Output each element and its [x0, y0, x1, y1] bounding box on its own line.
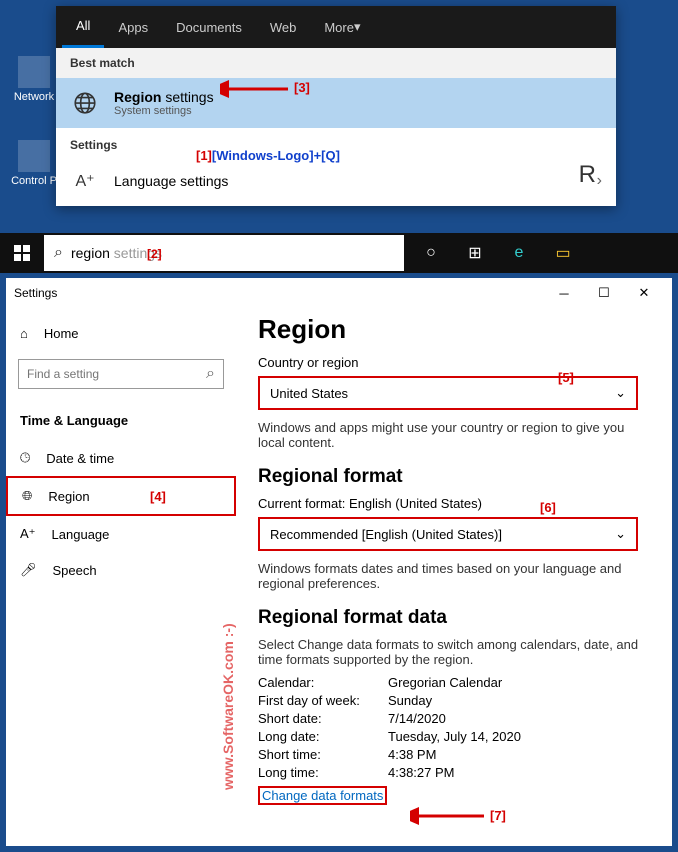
- clock-icon: 🕒︎: [20, 450, 30, 466]
- sidebar-category: Time & Language: [6, 405, 236, 440]
- result-text: Region settings System settings: [114, 89, 602, 117]
- sidebar-item-datetime[interactable]: 🕒︎ Date & time: [6, 440, 236, 476]
- watermark: www.SoftwareOK.com :-): [220, 623, 236, 790]
- close-button[interactable]: ✕: [624, 278, 664, 308]
- grid-label: Short time:: [258, 747, 388, 762]
- result-region-settings[interactable]: Region settings System settings: [56, 78, 616, 128]
- language-icon: A⁺: [70, 166, 100, 196]
- search-tab-documents[interactable]: Documents: [162, 6, 256, 48]
- annotation-6: [6]: [540, 500, 556, 515]
- edge-icon[interactable]: e: [498, 233, 540, 273]
- find-setting-box[interactable]: ⌕: [18, 359, 224, 389]
- search-input[interactable]: region settings: [71, 245, 394, 261]
- desktop-icon-label: Control P: [4, 175, 64, 187]
- desktop-icon-network[interactable]: Network: [4, 56, 64, 103]
- help-text: Windows and apps might use your country …: [258, 420, 650, 450]
- result-subtitle: System settings: [114, 105, 602, 117]
- result-title: Region settings: [114, 89, 602, 105]
- sidebar-item-label: Language: [52, 527, 110, 542]
- sidebar-item-speech[interactable]: 🎤︎ Speech: [6, 552, 236, 588]
- taskbar: ⌕ region settings ○ ⊞ e ▭: [0, 233, 678, 273]
- annotation-7: [7]: [490, 808, 506, 823]
- grid-label: First day of week:: [258, 693, 388, 708]
- section-title: Regional format: [258, 466, 650, 488]
- dropdown-value: Recommended [English (United States)]: [270, 527, 502, 542]
- chevron-right-icon: ›: [597, 172, 602, 190]
- page-title: Region: [258, 314, 650, 345]
- field-label: Current format: English (United States): [258, 496, 650, 511]
- grid-label: Long time:: [258, 765, 388, 780]
- cortana-icon[interactable]: ○: [410, 233, 452, 273]
- sidebar-home[interactable]: ⌂ Home: [6, 316, 236, 351]
- annotation-3: [3]: [294, 80, 310, 95]
- result-language-settings[interactable]: A⁺ Language settings ›: [56, 156, 616, 206]
- search-tab-apps[interactable]: Apps: [104, 6, 162, 48]
- grid-label: Long date:: [258, 729, 388, 744]
- mic-icon: 🎤︎: [20, 562, 37, 578]
- change-data-formats-link[interactable]: Change data formats: [258, 786, 387, 805]
- grid-value: 4:38 PM: [388, 747, 650, 762]
- grid-value: 4:38:27 PM: [388, 765, 650, 780]
- sidebar-item-language[interactable]: A⁺ Language: [6, 516, 236, 552]
- country-dropdown[interactable]: United States ⌄: [258, 376, 638, 410]
- grid-value: Tuesday, July 14, 2020: [388, 729, 650, 744]
- format-data-grid: Calendar:Gregorian Calendar First day of…: [258, 675, 650, 780]
- search-icon: ⌕: [54, 244, 63, 262]
- section-title: Regional format data: [258, 607, 650, 629]
- annotation-4: [4]: [150, 489, 166, 504]
- window-title: Settings: [14, 286, 544, 300]
- sidebar-item-label: Date & time: [46, 451, 114, 466]
- taskbar-search-box[interactable]: ⌕ region settings: [44, 235, 404, 271]
- language-icon: A⁺: [20, 526, 36, 542]
- help-text: Windows formats dates and times based on…: [258, 561, 650, 591]
- minimize-button[interactable]: ─: [544, 278, 584, 308]
- result-title: Language settings: [114, 173, 583, 189]
- chevron-down-icon: ⌄: [615, 385, 626, 401]
- globe-icon: 🌐︎: [22, 488, 32, 504]
- search-icon: ⌕: [206, 365, 215, 383]
- grid-label: Calendar:: [258, 675, 388, 690]
- start-button[interactable]: [0, 233, 44, 273]
- best-match-header: Best match: [56, 48, 616, 78]
- chevron-down-icon: ⌄: [615, 526, 626, 542]
- sidebar-item-label: Speech: [53, 563, 97, 578]
- settings-content: Region Country or region United States ⌄…: [236, 308, 672, 846]
- settings-sidebar: ⌂ Home ⌕ Time & Language 🕒︎ Date & time …: [6, 308, 236, 846]
- sidebar-item-region[interactable]: 🌐︎ Region: [6, 476, 236, 516]
- sidebar-item-label: Region: [48, 489, 89, 504]
- field-label: Country or region: [258, 355, 650, 370]
- desktop-icon-controlpanel[interactable]: Control P: [4, 140, 64, 187]
- grid-label: Short date:: [258, 711, 388, 726]
- search-tab-web[interactable]: Web: [256, 6, 311, 48]
- taskview-icon[interactable]: ⊞: [454, 233, 496, 273]
- search-tab-more[interactable]: More ▾: [310, 6, 374, 48]
- dropdown-value: United States: [270, 386, 348, 401]
- search-tabs: All Apps Documents Web More ▾: [56, 6, 616, 48]
- annotation-5: [5]: [558, 370, 574, 385]
- annotation-1: [1][Windows-Logo]+[Q]: [196, 148, 340, 163]
- settings-window: Settings ─ ☐ ✕ ⌂ Home ⌕ Time & Language …: [6, 278, 672, 846]
- controlpanel-icon: [18, 140, 50, 172]
- maximize-button[interactable]: ☐: [584, 278, 624, 308]
- annotation-2: [2]: [147, 247, 162, 261]
- titlebar[interactable]: Settings ─ ☐ ✕: [6, 278, 672, 308]
- find-setting-input[interactable]: [27, 367, 206, 381]
- preview-letter: R: [579, 161, 596, 189]
- help-text: Select Change data formats to switch amo…: [258, 637, 650, 667]
- sidebar-item-label: Home: [44, 326, 79, 341]
- arrow-icon: [410, 806, 486, 826]
- windows-logo-icon: [14, 245, 30, 261]
- search-tab-all[interactable]: All: [62, 6, 104, 48]
- explorer-icon[interactable]: ▭: [542, 233, 584, 273]
- network-icon: [18, 56, 50, 88]
- grid-value: Sunday: [388, 693, 650, 708]
- grid-value: Gregorian Calendar: [388, 675, 650, 690]
- search-panel: All Apps Documents Web More ▾ Best match…: [56, 6, 616, 206]
- globe-icon: [70, 88, 100, 118]
- home-icon: ⌂: [20, 326, 28, 341]
- desktop-icon-label: Network: [4, 91, 64, 103]
- format-dropdown[interactable]: Recommended [English (United States)] ⌄: [258, 517, 638, 551]
- arrow-icon: [220, 78, 290, 100]
- grid-value: 7/14/2020: [388, 711, 650, 726]
